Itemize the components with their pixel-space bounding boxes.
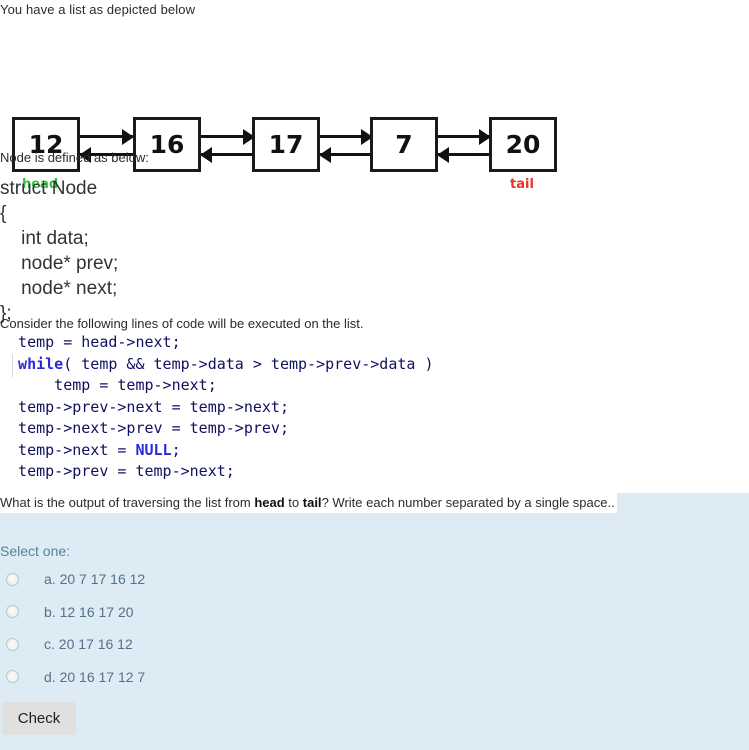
node-value: 16 [149, 130, 185, 159]
check-button[interactable]: Check [2, 702, 76, 735]
radio-button-icon[interactable] [6, 572, 19, 586]
intro-text: You have a list as depicted below [0, 2, 196, 17]
radio-button-icon[interactable] [6, 637, 19, 651]
code-text: temp = temp->next; [0, 376, 217, 394]
arrow-pair-2-3 [200, 129, 255, 163]
code-line: temp->next->prev = temp->prev; [0, 418, 433, 440]
node-definition-intro: Node is defined as below: [0, 150, 149, 165]
code-text: temp->prev = temp->next; [0, 462, 235, 480]
code-line: temp = temp->next; [0, 375, 433, 397]
code-line: while( temp && temp->data > temp->prev->… [0, 354, 433, 376]
answer-option-text: 20 17 16 12 [58, 636, 133, 653]
code-line: temp->prev->next = temp->next; [0, 397, 433, 419]
arrow-head-left-icon [200, 147, 212, 163]
quiz-panel: What is the output of traversing the lis… [0, 493, 749, 750]
question-text: What is the output of traversing the lis… [0, 493, 617, 513]
code-line: temp = head->next; [0, 332, 433, 354]
code-block: temp = head->next; while( temp && temp->… [0, 332, 433, 483]
code-text: temp->next = [0, 440, 136, 459]
answer-option-letter: b. [44, 603, 60, 620]
code-text: temp->prev->next = temp->next; [0, 397, 289, 416]
answer-option-label[interactable]: b. 12 16 17 20 [44, 604, 134, 620]
answer-option-letter: c. [44, 636, 59, 653]
answer-option-text: 20 16 17 12 7 [59, 668, 146, 685]
answer-option-letter: d. [44, 668, 60, 685]
answer-option-c[interactable]: c. 20 17 16 12 [0, 628, 400, 661]
list-node-5: 20 [489, 117, 557, 172]
code-text: ; [171, 440, 181, 459]
arrow-pair-4-5 [437, 129, 491, 163]
answer-option-letter: a. [44, 571, 60, 588]
node-value: 20 [505, 130, 541, 159]
code-line: temp->next = NULL; [0, 440, 433, 462]
struct-node-definition: struct Node { int data; node* prev; node… [0, 178, 119, 324]
arrow-pair-3-4 [319, 129, 373, 163]
answer-option-b[interactable]: b. 12 16 17 20 [0, 596, 400, 629]
list-node-4: 7 [370, 117, 438, 172]
answer-option-text: 20 7 17 16 12 [59, 571, 146, 588]
answer-option-a[interactable]: a. 20 7 17 16 12 [0, 563, 400, 596]
node-value: 7 [395, 130, 413, 159]
code-text: temp = head->next; [0, 333, 181, 351]
select-one-label: Select one: [0, 543, 71, 559]
answer-option-label[interactable]: a. 20 7 17 16 12 [44, 571, 145, 587]
consider-code-text: Consider the following lines of code wil… [0, 316, 364, 331]
linked-list-diagram: 12 head 16 17 7 20 tail [0, 55, 600, 192]
list-node-3: 17 [252, 117, 320, 172]
arrow-head-left-icon [437, 147, 449, 163]
question-middle: to [284, 495, 303, 510]
question-suffix: ? Write each number separated by a singl… [321, 495, 615, 510]
answer-options-list: a. 20 7 17 16 12 b. 12 16 17 20 c. 20 17 1… [0, 563, 400, 693]
code-text: temp->next->prev = temp->prev; [0, 419, 289, 437]
code-text: ( temp && temp->data > temp->prev->data … [63, 354, 434, 373]
answer-option-label[interactable]: d. 20 16 17 12 7 [44, 669, 145, 685]
answer-option-d[interactable]: d. 20 16 17 12 7 [0, 661, 400, 694]
tail-label: tail [510, 177, 534, 192]
question-head-keyword: head [254, 495, 285, 510]
code-line: temp->prev = temp->next; [0, 461, 433, 483]
question-content-area: You have a list as depicted below 12 hea… [0, 0, 749, 493]
radio-button-icon[interactable] [6, 670, 19, 684]
arrow-head-left-icon [319, 147, 331, 163]
answer-option-text: 12 16 17 20 [59, 603, 134, 620]
radio-button-icon[interactable] [6, 605, 19, 619]
question-prefix: What is the output of traversing the lis… [0, 495, 255, 510]
code-keyword: NULL [135, 440, 172, 459]
node-value: 17 [268, 130, 304, 159]
question-tail-keyword: tail [302, 495, 322, 510]
code-keyword: while [0, 354, 64, 373]
answer-option-label[interactable]: c. 20 17 16 12 [44, 636, 133, 652]
